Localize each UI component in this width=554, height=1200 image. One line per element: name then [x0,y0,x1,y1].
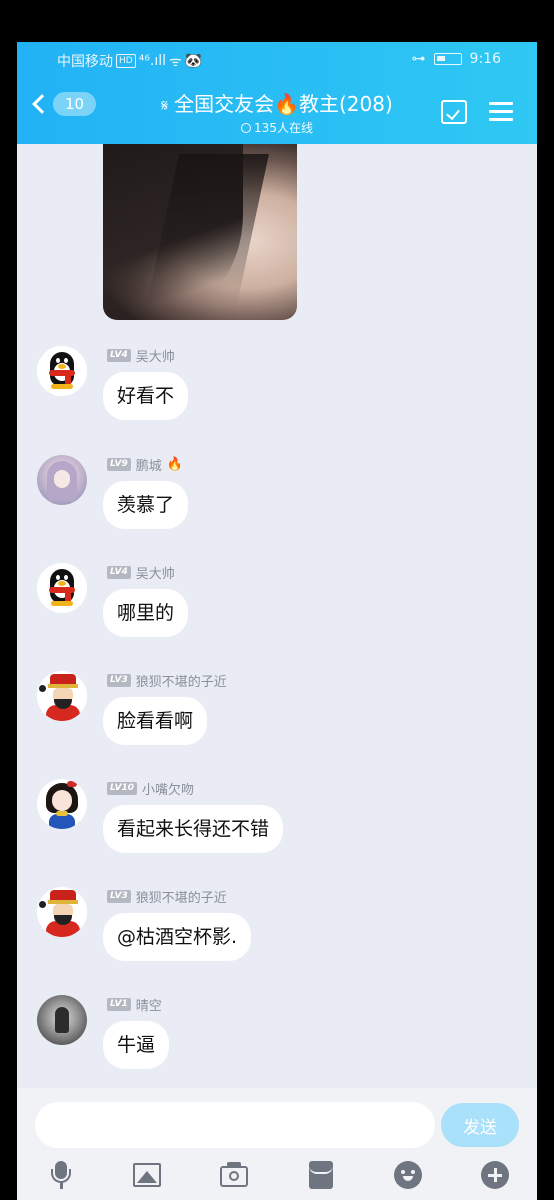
panda-icon: 🐼 [184,53,203,69]
online-count: 135人在线 [127,119,427,136]
sender-info: LV4 吴大帅 [107,563,175,582]
unread-badge: 10 [53,92,97,116]
menu-button[interactable] [489,102,513,122]
key-icon: ⊶ [411,51,426,67]
emoji-icon[interactable] [393,1160,423,1190]
sender-info: LV3 狼狈不堪的子近 [107,887,227,906]
online-count-text: 135人在线 [254,121,313,135]
image-message[interactable] [103,144,297,320]
online-icon [241,123,252,133]
battery-icon [433,53,462,65]
sender-name[interactable]: 晴空 [136,995,162,1014]
level-badge: LV1 [107,998,131,1011]
group-title: 𝄋 全国交友会🔥教主(208) [127,88,427,117]
back-button[interactable]: 10 [32,92,97,116]
level-badge: LV4 [107,349,131,362]
clock: 9:16 [469,51,501,67]
sender-info: LV9 鹏城 🔥 [107,455,183,474]
input-bar: 发送 [17,1088,537,1200]
signal-icon: ⁴⁶.ıll [138,53,167,69]
send-button[interactable]: 发送 [441,1103,519,1147]
camera-icon[interactable] [219,1160,249,1190]
calendar-check-button[interactable] [441,100,467,124]
avatar[interactable] [37,563,87,613]
hd-icon: HD [116,54,136,68]
mic-icon[interactable] [46,1160,76,1190]
message-bubble[interactable]: 哪里的 [103,589,189,637]
plus-icon[interactable] [480,1160,510,1190]
chat-header: 10 𝄋 全国交友会🔥教主(208) 135人在线 [17,78,537,144]
level-badge: LV9 [107,458,131,471]
sender-info: LV4 吴大帅 [107,346,175,365]
avatar[interactable] [37,779,87,829]
message-bubble[interactable]: @枯酒空杯影. [103,913,252,961]
avatar[interactable] [37,887,87,937]
level-badge: LV3 [107,890,131,903]
sender-name[interactable]: 狼狈不堪的子近 [136,671,227,690]
avatar[interactable] [37,455,87,505]
level-badge: LV4 [107,566,131,579]
input-toolbar [17,1160,537,1200]
message-input[interactable] [35,1102,435,1148]
ear-icon: 𝄋 [161,96,169,115]
avatar[interactable] [37,995,87,1045]
sender-info: LV3 狼狈不堪的子近 [107,671,227,690]
carrier-label: 中国移动 [57,54,113,70]
level-badge: LV3 [107,674,131,687]
message-bubble[interactable]: 看起来长得还不错 [103,805,284,853]
fire-icon: 🔥 [166,457,183,472]
group-title-text: 全国交友会🔥教主(208) [174,92,393,116]
avatar[interactable] [37,346,87,396]
sender-name[interactable]: 小嘴欠吻 [142,779,194,798]
sender-info: LV1 晴空 [107,995,162,1014]
image-icon[interactable] [132,1160,162,1190]
message-bubble[interactable]: 牛逼 [103,1021,170,1069]
chevron-left-icon [32,94,52,114]
title-area[interactable]: 𝄋 全国交友会🔥教主(208) 135人在线 [127,88,427,136]
red-packet-icon[interactable] [306,1160,336,1190]
message-bubble[interactable]: 羡慕了 [103,481,189,529]
message-bubble[interactable]: 脸看看啊 [103,697,208,745]
sender-name[interactable]: 吴大帅 [136,563,175,582]
phone-screen: 中国移动 HD ⁴⁶.ıll ᯤ 🐼 ⊶ 9:16 10 𝄋 全国交友会🔥教主(2… [17,42,537,1200]
sender-name[interactable]: 鹏城 [136,455,162,474]
sender-name[interactable]: 狼狈不堪的子近 [136,887,227,906]
message-bubble[interactable]: 好看不 [103,372,189,420]
level-badge: LV10 [107,782,137,795]
sender-info: LV10 小嘴欠吻 [107,779,194,798]
status-bar: 中国移动 HD ⁴⁶.ıll ᯤ 🐼 ⊶ 9:16 [17,42,537,78]
wifi-icon: ᯤ [169,53,182,70]
sender-name[interactable]: 吴大帅 [136,346,175,365]
avatar[interactable] [37,671,87,721]
